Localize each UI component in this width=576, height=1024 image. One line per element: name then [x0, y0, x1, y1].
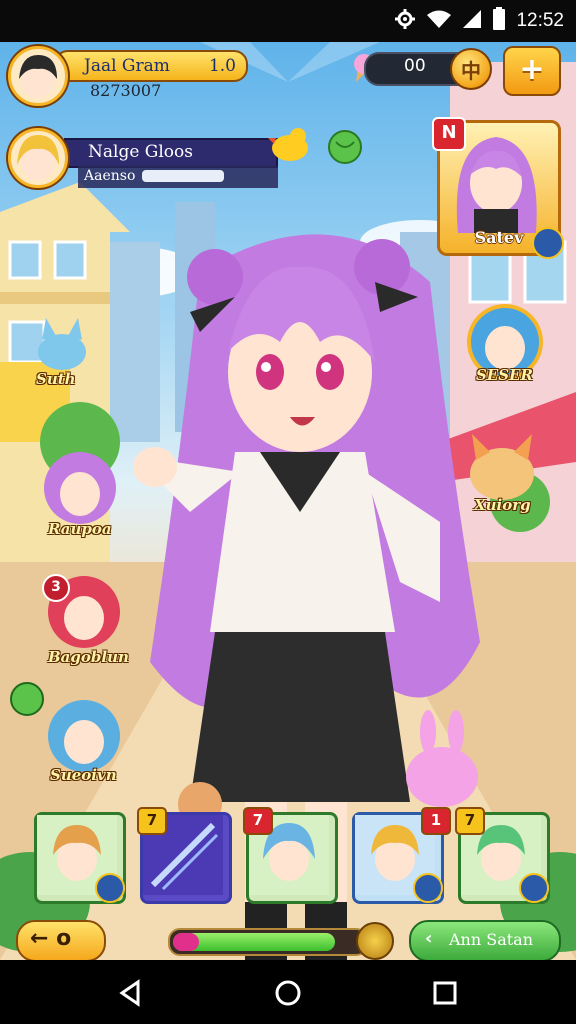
- back-button[interactable]: ← o: [16, 920, 106, 962]
- currency-counter: 00 中: [348, 48, 492, 90]
- blue-cat-icon: [38, 318, 86, 370]
- slot-badge: 7: [137, 807, 167, 835]
- coin-icon: 中: [450, 48, 492, 90]
- player-id: 8273007: [90, 81, 162, 100]
- player-info-plate[interactable]: Jaal Gram 1.0 8273007: [8, 44, 248, 106]
- slot-badge: 1: [421, 807, 451, 835]
- experience-progress: [168, 922, 394, 960]
- featured-hero-card[interactable]: N Satev: [432, 117, 564, 259]
- player-name: Jaal Gram: [84, 56, 170, 76]
- chevron-left-icon: ‹: [425, 928, 433, 949]
- signal-icon: [462, 9, 482, 33]
- action-button[interactable]: ‹ Ann Satan: [409, 920, 561, 962]
- rarity-badge: N: [432, 117, 466, 151]
- back-triangle-icon[interactable]: [116, 978, 146, 1008]
- currency-amount: 00: [404, 56, 426, 76]
- player-level: 1.0: [208, 56, 236, 76]
- hero-slot-1[interactable]: [34, 812, 126, 904]
- green-orb-icon[interactable]: [10, 682, 44, 716]
- roster-label-seser: SESER: [476, 366, 533, 384]
- guild-sub-label: Aaenso: [84, 168, 136, 184]
- slot-badge: 7: [243, 807, 273, 835]
- player-name-bar: Jaal Gram 1.0: [54, 50, 248, 82]
- roster-label-xuiorg: Xuiorg: [474, 496, 531, 514]
- roster-label-sueoivn: Sueoivn: [50, 766, 117, 784]
- hero-slot-4[interactable]: 1: [352, 807, 451, 904]
- roster-label-bagoblun: Bagoblun: [48, 648, 129, 666]
- duck-emblem-icon[interactable]: [268, 124, 312, 168]
- melon-emblem-icon[interactable]: [326, 128, 364, 170]
- hero-slot-2[interactable]: 7: [137, 807, 232, 904]
- roster-hero-bagoblun[interactable]: 3 Bagoblun: [40, 572, 130, 672]
- roster-label-suth: Suth: [36, 370, 76, 388]
- purple-hero-portrait: [44, 452, 116, 524]
- settings-gear-icon: [394, 8, 416, 34]
- roster-count-badge: 3: [42, 574, 70, 602]
- status-bar: 12:52: [0, 0, 576, 42]
- hero-slot-5[interactable]: 7: [455, 807, 550, 904]
- roster-label-raupoa: Raupoa: [48, 520, 112, 538]
- gear-medal-icon[interactable]: [356, 922, 394, 960]
- wifi-icon: [426, 9, 452, 33]
- guild-name: Nalge Gloos: [88, 142, 194, 162]
- star-icon: [413, 873, 443, 903]
- coin-symbol: 中: [461, 59, 481, 83]
- star-icon: [95, 873, 125, 903]
- game-screen: 12:52 Jaal Gram 1.0 8273007 00 中 + Nalge…: [0, 0, 576, 1024]
- battery-icon: [492, 7, 506, 35]
- action-label: Ann Satan: [449, 930, 534, 949]
- plus-icon: +: [519, 52, 545, 87]
- roster-pet-suth[interactable]: Suth: [32, 318, 92, 388]
- back-label: ← o: [30, 926, 72, 951]
- player-avatar[interactable]: [8, 46, 68, 106]
- hero-slot-3[interactable]: 7: [243, 807, 338, 904]
- clock: 12:52: [516, 10, 564, 31]
- progress-fill-start: [173, 933, 199, 951]
- slot-badge: 7: [455, 807, 485, 835]
- guild-info-plate[interactable]: Nalge Gloos Aaenso: [8, 128, 278, 190]
- guild-avatar[interactable]: [8, 128, 68, 188]
- recents-square-icon[interactable]: [430, 978, 460, 1008]
- roster-pet-xuiorg[interactable]: Xuiorg: [454, 430, 554, 530]
- navigation-bar: [0, 960, 576, 1024]
- guild-progress-bar: [142, 170, 224, 182]
- home-circle-icon[interactable]: [273, 978, 303, 1008]
- progress-track: [168, 928, 368, 956]
- roster-hero-seser[interactable]: SESER: [462, 300, 552, 400]
- roster-hero-raupoa[interactable]: Raupoa: [40, 448, 130, 548]
- roster-hero-sueoivn[interactable]: Sueoivn: [44, 696, 134, 796]
- blue-hero-portrait: [48, 700, 120, 772]
- add-currency-button[interactable]: +: [503, 46, 561, 96]
- star-icon: [532, 227, 564, 259]
- star-icon: [519, 873, 549, 903]
